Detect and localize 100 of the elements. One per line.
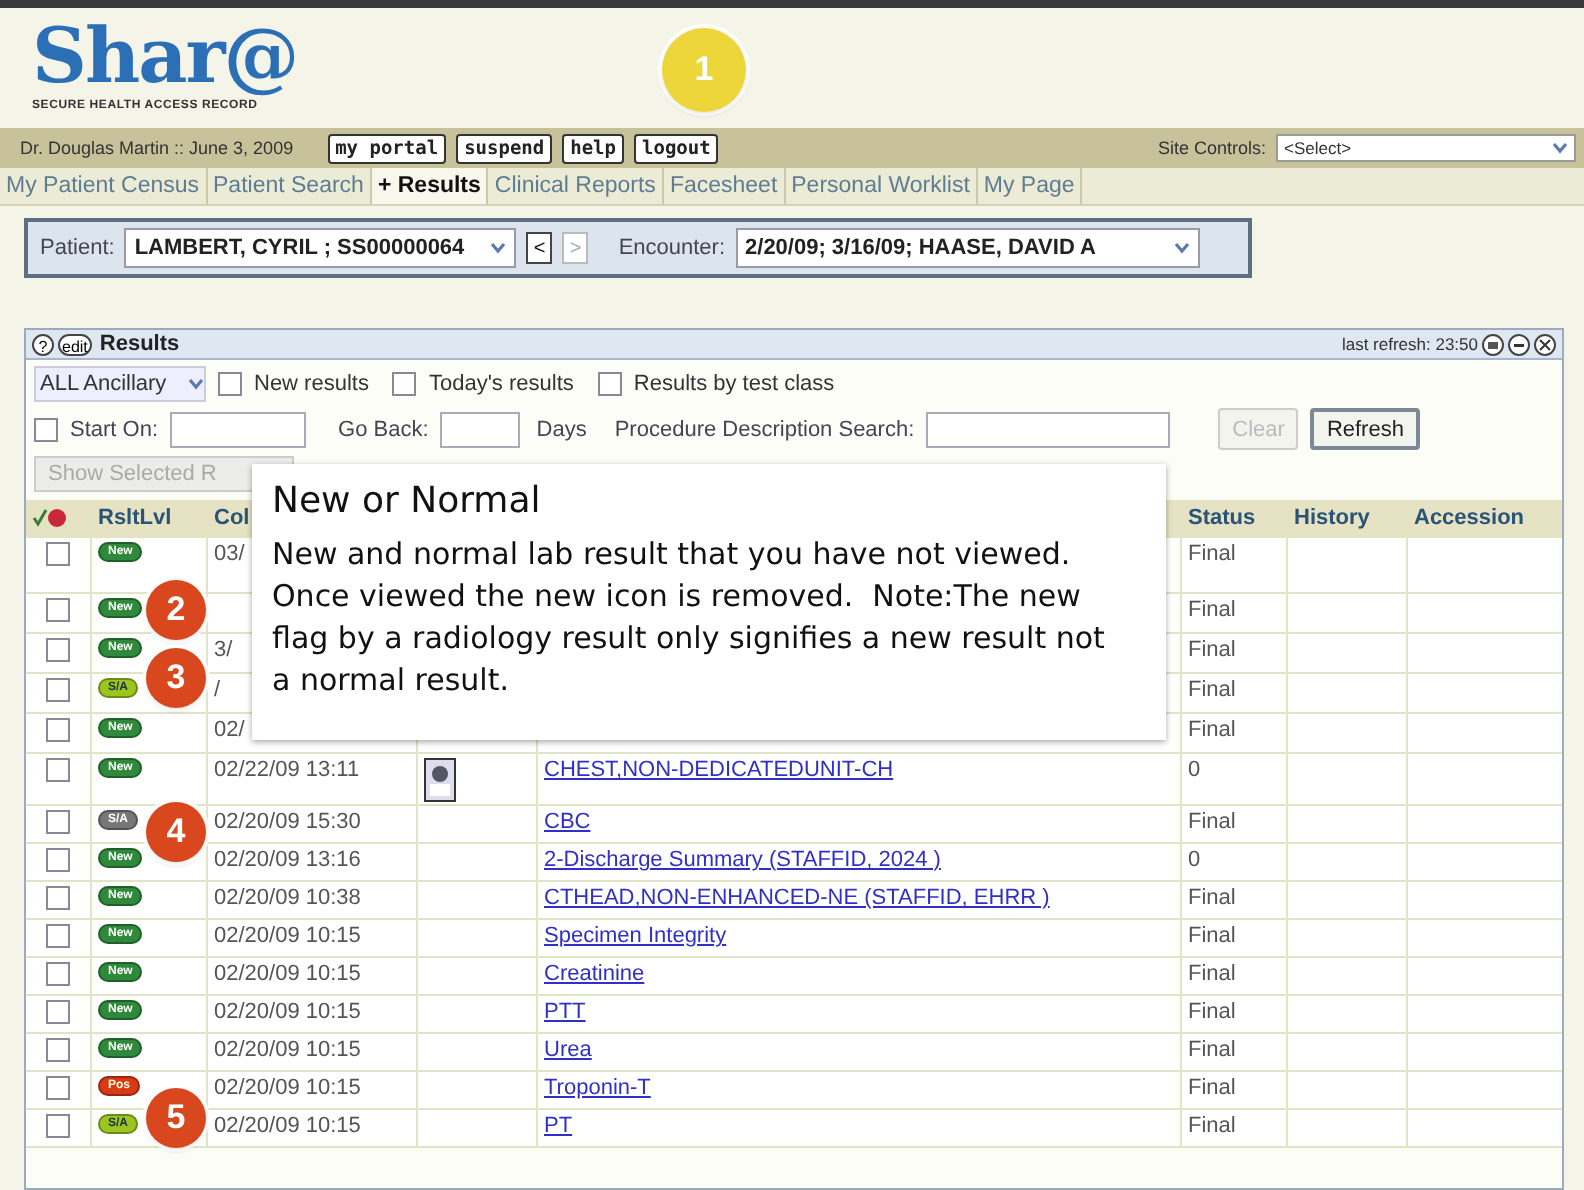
date-cell: 02/22/09 13:11 — [214, 758, 360, 782]
row-checkbox[interactable] — [46, 924, 70, 948]
checkbox-label: Results by test class — [633, 371, 835, 395]
status-cell: Final — [1188, 1038, 1236, 1062]
date-cell: 02/20/09 15:30 — [214, 810, 361, 834]
minimize-icon[interactable] — [1508, 333, 1530, 355]
search-field[interactable] — [926, 411, 1171, 447]
patient-label: Patient: — [40, 236, 115, 260]
row-checkbox[interactable] — [46, 848, 70, 872]
row-checkbox[interactable] — [46, 1114, 70, 1138]
site-controls-select[interactable]: <Select> — [1276, 134, 1576, 162]
status-cell: Final — [1188, 886, 1236, 910]
column-header[interactable]: Accession — [1408, 500, 1562, 538]
start-date-field[interactable] — [170, 411, 307, 447]
expand-icon[interactable] — [1534, 333, 1556, 355]
row-checkbox[interactable] — [46, 638, 70, 662]
status-cell: 0 — [1188, 848, 1201, 872]
procedure-link[interactable]: Troponin-T — [544, 1076, 651, 1100]
column-header[interactable]: RsltLvl — [92, 500, 208, 538]
status-cell: Final — [1188, 1076, 1236, 1100]
row-checkbox[interactable] — [46, 758, 70, 782]
row-checkbox[interactable] — [46, 718, 70, 742]
checkbox-label: Today's results — [428, 371, 574, 395]
user-info: Dr. Douglas Martin :: June 3, 2009 — [20, 138, 294, 158]
start-on-label: Start On: — [70, 417, 159, 441]
days-label: Days — [536, 417, 587, 441]
status-cell: Final — [1188, 542, 1236, 566]
checkbox[interactable] — [34, 417, 58, 441]
status-cell: 0 — [1188, 758, 1201, 782]
nav-tab[interactable]: + Results — [371, 168, 489, 204]
print-icon[interactable] — [1482, 333, 1504, 355]
procedure-link[interactable]: Urea — [544, 1038, 592, 1062]
date-cell: 3/ — [214, 638, 233, 662]
tooltip-text: New and normal lab result that you have not viewed. Once viewed the new icon is removed. Note:The new flag by a radiology result only signifies a new result not a normal result. — [272, 534, 1107, 702]
encounter-select[interactable]: 2/20/09; 3/16/09; HAASE, DAVID A — [735, 228, 1200, 268]
go-back-label: Go Back: — [338, 417, 429, 441]
checkbox[interactable] — [392, 371, 417, 395]
checkbox-label: New results — [254, 371, 369, 395]
status-cell: Final — [1188, 962, 1236, 986]
procedure-link[interactable]: CHEST,NON-DEDICATEDUNIT-CH — [544, 758, 894, 782]
date-cell: 02/20/09 10:15 — [214, 1038, 361, 1062]
toolbar-button[interactable]: logout — [634, 133, 719, 163]
row-checkbox[interactable] — [46, 1038, 70, 1062]
date-cell: 02/20/09 10:15 — [214, 1000, 361, 1024]
row-checkbox[interactable] — [46, 598, 70, 622]
procedure-link[interactable]: PT — [544, 1114, 573, 1138]
last-refresh: last refresh: 23:50 — [1341, 334, 1478, 354]
procedure-link[interactable]: Specimen Integrity — [544, 924, 727, 948]
date-cell: 02/20/09 10:15 — [214, 1076, 361, 1100]
procedure-link[interactable]: CTHEAD,NON-ENHANCED-NE (STAFFID, EHRR ) — [544, 886, 1050, 910]
column-header[interactable]: History — [1288, 500, 1408, 538]
status-cell: Final — [1188, 1000, 1236, 1024]
procedure-link[interactable]: PTT — [544, 1000, 586, 1024]
toolbar-button[interactable]: help — [562, 133, 624, 163]
row-checkbox[interactable] — [46, 886, 70, 910]
date-cell: 02/20/09 10:38 — [214, 886, 361, 910]
checkbox[interactable] — [218, 371, 242, 395]
row-checkbox[interactable] — [46, 1076, 70, 1100]
step-marker: 1 — [662, 28, 746, 112]
procedure-link[interactable]: 2-Discharge Summary (STAFFID, 2024 ) — [544, 848, 941, 872]
edit-button[interactable]: edit — [58, 333, 92, 355]
panel-title: Results — [99, 332, 180, 356]
date-cell: 02/20/09 13:16 — [214, 848, 361, 872]
status-cell: Final — [1188, 810, 1236, 834]
status-cell: Final — [1188, 1114, 1236, 1138]
date-cell: / — [214, 678, 221, 702]
row-checkbox[interactable] — [46, 810, 70, 834]
site-controls-label: Site Controls: — [1157, 138, 1266, 158]
logo: Shar@ — [32, 12, 298, 100]
step-marker: 3 — [146, 648, 206, 708]
date-cell: 02/20/09 10:15 — [214, 1114, 361, 1138]
help-button[interactable]: ? — [32, 333, 54, 355]
status-cell: Final — [1188, 678, 1236, 702]
step-marker: 5 — [146, 1088, 206, 1148]
check-all-icon[interactable] — [32, 506, 68, 530]
date-cell: 02/ — [214, 718, 245, 742]
procedure-link[interactable]: Creatinine — [544, 962, 645, 986]
row-checkbox[interactable] — [46, 1000, 70, 1024]
checkbox[interactable] — [597, 371, 622, 395]
row-checkbox[interactable] — [46, 678, 70, 702]
row-checkbox[interactable] — [46, 542, 70, 566]
search-label: Procedure Description Search: — [614, 417, 915, 441]
ancillary-select[interactable]: ALL Ancillary — [34, 365, 206, 401]
status-cell: Final — [1188, 718, 1236, 742]
status-cell: Final — [1188, 924, 1236, 948]
column-header[interactable]: Status — [1182, 500, 1288, 538]
step-marker: 2 — [146, 580, 206, 640]
previous-button[interactable]: < — [526, 232, 553, 264]
row-checkbox[interactable] — [46, 962, 70, 986]
action-button[interactable]: Refresh — [1310, 408, 1420, 450]
days-field[interactable] — [440, 411, 521, 447]
date-cell: 03/ — [214, 542, 245, 566]
patient-select[interactable]: LAMBERT, CYRIL ; SS00000064 — [124, 228, 517, 268]
encounter-label: Encounter: — [618, 236, 726, 260]
image-icon[interactable] — [424, 758, 456, 802]
status-cell: Final — [1188, 598, 1236, 622]
procedure-link[interactable]: CBC — [544, 810, 591, 834]
step-marker: 4 — [146, 802, 206, 862]
toolbar-button[interactable]: suspend — [456, 133, 553, 163]
toolbar-button[interactable]: my portal — [327, 133, 447, 163]
